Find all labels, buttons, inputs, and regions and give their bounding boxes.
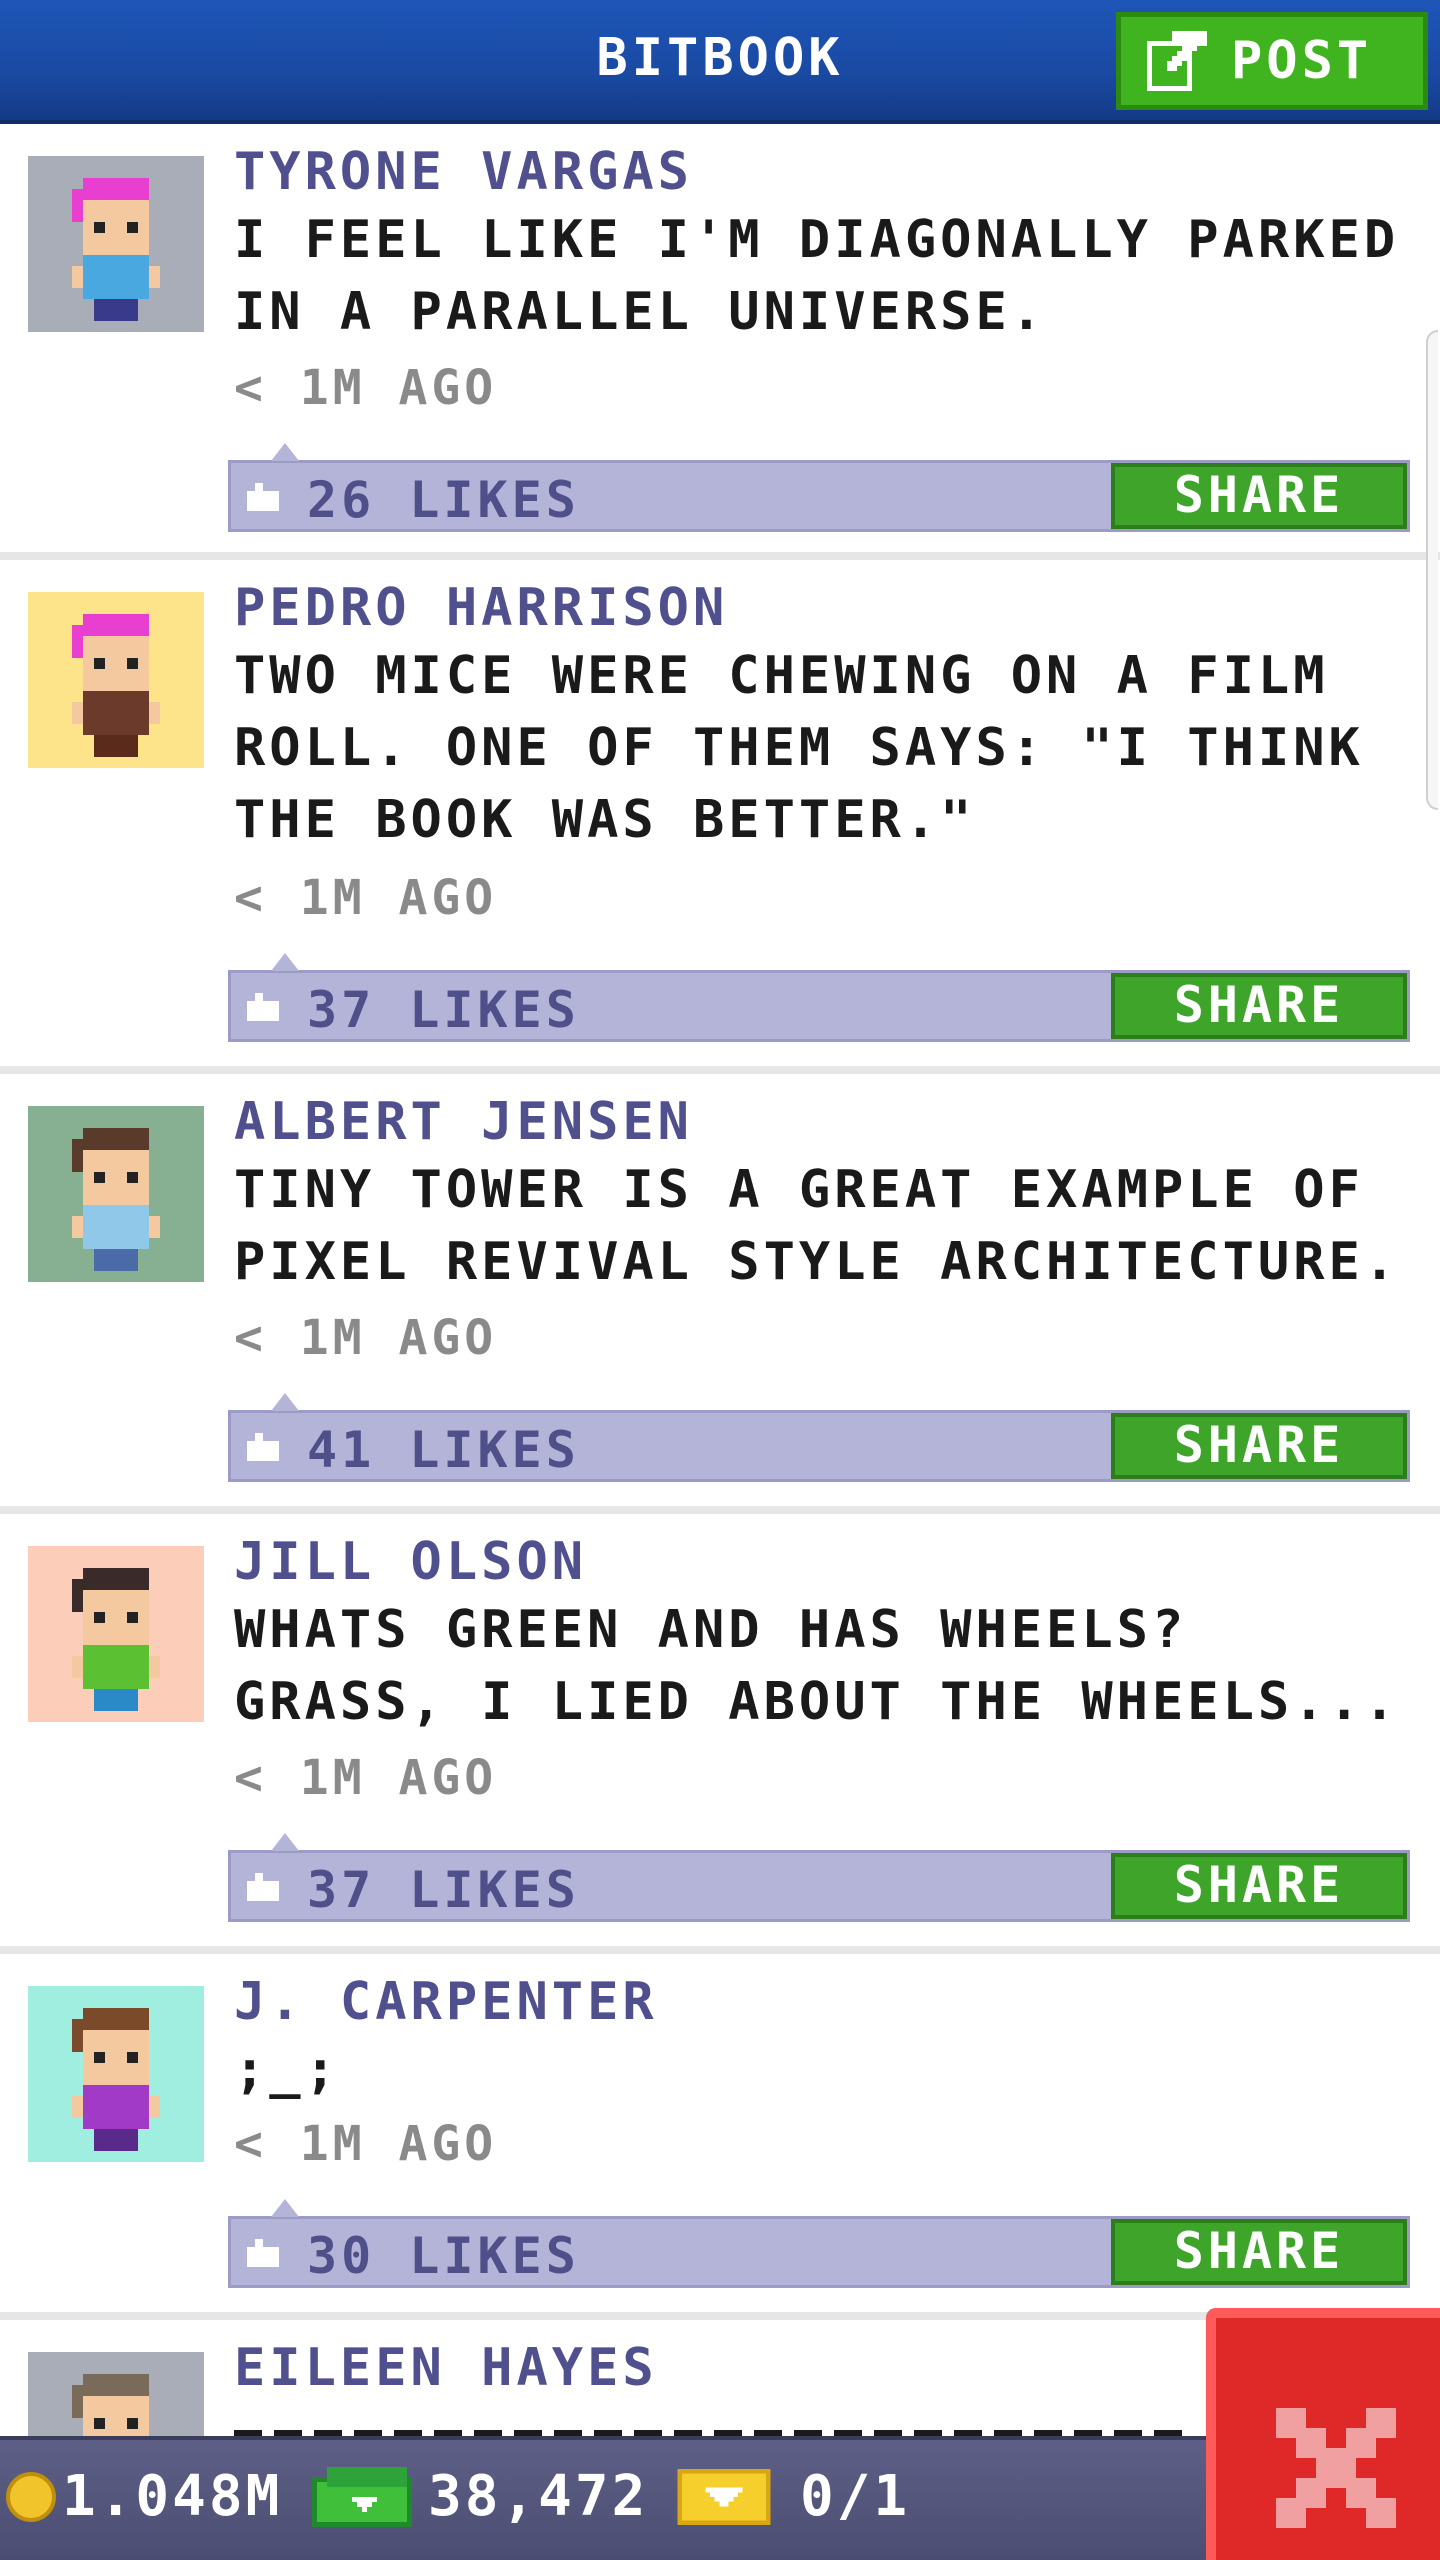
thumbs-up-icon[interactable]	[247, 1433, 279, 1461]
like-count: 37 LIKES	[307, 1861, 580, 1919]
like-count: 41 LIKES	[307, 1421, 580, 1479]
ticket-icon	[677, 2468, 771, 2525]
bux-value: 38,472	[428, 2464, 649, 2529]
avatar[interactable]	[28, 156, 204, 332]
post-button[interactable]: POST	[1116, 12, 1428, 110]
thumbs-up-icon[interactable]	[247, 1873, 279, 1901]
thumbs-up-icon[interactable]	[247, 2239, 279, 2267]
like-count: 30 LIKES	[307, 2227, 580, 2285]
avatar[interactable]	[28, 1986, 204, 2162]
feed-post: PEDRO HARRISON TWO MICE WERE CHEWING ON …	[0, 560, 1440, 1074]
avatar[interactable]	[28, 592, 204, 768]
like-bar: 41 LIKES SHARE	[228, 1393, 1410, 1482]
share-button[interactable]: SHARE	[1111, 1853, 1407, 1919]
compose-icon	[1147, 31, 1207, 91]
feed-post: JILL OLSON WHATS GREEN AND HAS WHEELS? G…	[0, 1514, 1440, 1954]
like-bar: 30 LIKES SHARE	[228, 2199, 1410, 2288]
post-time: < 1M AGO	[234, 360, 498, 416]
tickets-stat: 0/1	[676, 2464, 910, 2529]
post-author[interactable]: TYRONE VARGAS	[234, 142, 693, 202]
share-button[interactable]: SHARE	[1111, 1413, 1407, 1479]
avatar[interactable]	[28, 1546, 204, 1722]
post-message: ;_;	[234, 2040, 340, 2100]
coin-icon	[6, 2471, 56, 2522]
coins-stat: 1.048M	[6, 2464, 282, 2529]
post-time: < 1M AGO	[234, 870, 498, 926]
share-button[interactable]: SHARE	[1111, 463, 1407, 529]
post-author[interactable]: JILL OLSON	[234, 1532, 587, 1592]
like-bar: 37 LIKES SHARE	[228, 1833, 1410, 1922]
post-message: TWO MICE WERE CHEWING ON A FILM ROLL. ON…	[234, 646, 1364, 850]
feed-post: J. CARPENTER ;_; < 1M AGO 30 LIKES SHARE	[0, 1954, 1440, 2320]
thumbs-up-icon[interactable]	[247, 483, 279, 511]
share-button[interactable]: SHARE	[1111, 2219, 1407, 2285]
close-button[interactable]	[1206, 2308, 1440, 2560]
top-bar: BITBOOK POST	[0, 0, 1440, 124]
scrollbar-thumb[interactable]	[1426, 330, 1438, 810]
like-count: 26 LIKES	[307, 471, 580, 529]
close-icon	[1276, 2408, 1396, 2528]
share-button[interactable]: SHARE	[1111, 973, 1407, 1039]
post-time: < 1M AGO	[234, 2116, 498, 2172]
feed-post: ALBERT JENSEN TINY TOWER IS A GREAT EXAM…	[0, 1074, 1440, 1514]
post-button-label: POST	[1231, 31, 1373, 91]
coins-value: 1.048M	[62, 2464, 283, 2529]
avatar[interactable]	[28, 1106, 204, 1282]
post-time: < 1M AGO	[234, 1750, 498, 1806]
like-bar: 26 LIKES SHARE	[228, 443, 1410, 532]
post-message: I FEEL LIKE I'M DIAGONALLY PARKED IN A P…	[234, 210, 1400, 342]
post-author[interactable]: EILEEN HAYES	[234, 2338, 658, 2398]
feed-post: TYRONE VARGAS I FEEL LIKE I'M DIAGONALLY…	[0, 124, 1440, 560]
thumbs-up-icon[interactable]	[247, 993, 279, 1021]
post-time: < 1M AGO	[234, 1310, 498, 1366]
post-author[interactable]: PEDRO HARRISON	[234, 578, 728, 638]
like-count: 37 LIKES	[307, 981, 580, 1039]
tickets-value: 0/1	[800, 2464, 911, 2529]
post-message: TINY TOWER IS A GREAT EXAMPLE OF PIXEL R…	[234, 1160, 1400, 1292]
post-author[interactable]: ALBERT JENSEN	[234, 1092, 693, 1152]
like-bar: 37 LIKES SHARE	[228, 953, 1410, 1042]
post-message: WHATS GREEN AND HAS WHEELS? GRASS, I LIE…	[234, 1600, 1400, 1732]
bux-icon	[312, 2466, 412, 2527]
bux-stat: 38,472	[312, 2464, 648, 2529]
post-author[interactable]: J. CARPENTER	[234, 1972, 658, 2032]
